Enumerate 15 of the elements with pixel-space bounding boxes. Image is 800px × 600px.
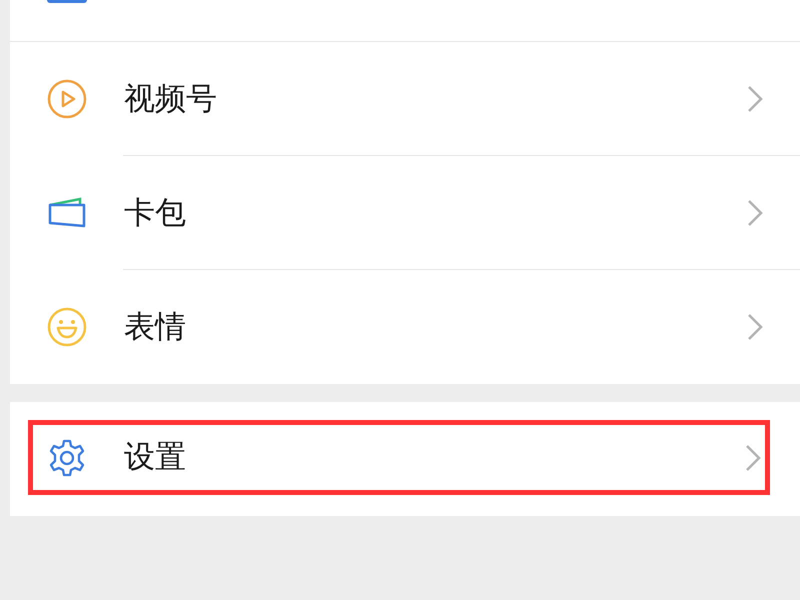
menu-label: 表情 (124, 312, 186, 342)
chevron-icon (747, 313, 763, 341)
menu-item[interactable]: 视频号 (10, 42, 800, 156)
chevron-icon (745, 444, 761, 472)
menu-item[interactable]: 表情 (10, 270, 800, 384)
play-icon (47, 79, 87, 119)
smile-icon (47, 307, 87, 347)
chevron-icon (747, 199, 763, 227)
settings-icon (47, 438, 87, 478)
chevron-icon (747, 85, 763, 113)
menu-label: 设置 (124, 442, 186, 473)
menu-item[interactable]: 设置 (28, 420, 770, 495)
menu-label: 视频号 (124, 84, 217, 114)
menu-label: 卡包 (124, 198, 186, 228)
menu-item[interactable]: 卡包 (10, 156, 800, 270)
